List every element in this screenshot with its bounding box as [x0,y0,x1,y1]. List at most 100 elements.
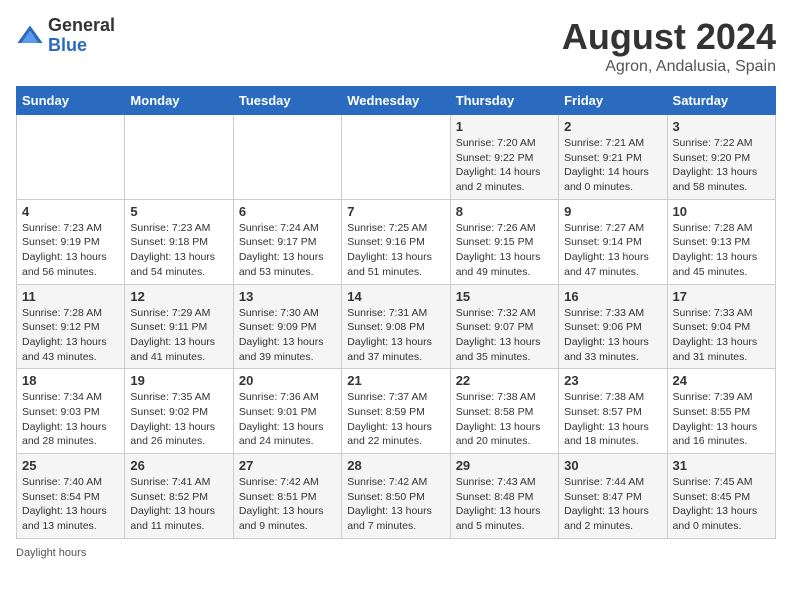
day-number: 5 [130,204,227,219]
calendar-cell: 8 Sunrise: 7:26 AM Sunset: 9:15 PM Dayli… [450,199,558,284]
calendar-footer: Daylight hours [16,547,776,559]
calendar-week-row: 4 Sunrise: 7:23 AM Sunset: 9:19 PM Dayli… [17,199,776,284]
calendar-cell: 6 Sunrise: 7:24 AM Sunset: 9:17 PM Dayli… [233,199,341,284]
calendar-cell [342,115,450,200]
day-number: 21 [347,373,444,388]
day-info: Sunrise: 7:38 AM Sunset: 8:57 PM Dayligh… [564,390,661,449]
calendar-cell: 18 Sunrise: 7:34 AM Sunset: 9:03 PM Dayl… [17,369,125,454]
calendar-cell: 7 Sunrise: 7:25 AM Sunset: 9:16 PM Dayli… [342,199,450,284]
day-number: 17 [673,289,770,304]
calendar-cell: 3 Sunrise: 7:22 AM Sunset: 9:20 PM Dayli… [667,115,775,200]
day-info: Sunrise: 7:36 AM Sunset: 9:01 PM Dayligh… [239,390,336,449]
day-number: 28 [347,458,444,473]
day-info: Sunrise: 7:22 AM Sunset: 9:20 PM Dayligh… [673,136,770,195]
calendar-cell: 14 Sunrise: 7:31 AM Sunset: 9:08 PM Dayl… [342,284,450,369]
calendar-cell: 29 Sunrise: 7:43 AM Sunset: 8:48 PM Dayl… [450,454,558,539]
calendar-cell: 17 Sunrise: 7:33 AM Sunset: 9:04 PM Dayl… [667,284,775,369]
calendar-cell [125,115,233,200]
calendar-cell [233,115,341,200]
calendar-cell: 20 Sunrise: 7:36 AM Sunset: 9:01 PM Dayl… [233,369,341,454]
calendar-cell: 22 Sunrise: 7:38 AM Sunset: 8:58 PM Dayl… [450,369,558,454]
day-info: Sunrise: 7:39 AM Sunset: 8:55 PM Dayligh… [673,390,770,449]
day-number: 4 [22,204,119,219]
title-block: August 2024 Agron, Andalusia, Spain [562,16,776,76]
day-number: 13 [239,289,336,304]
weekday-header-thursday: Thursday [450,87,558,115]
day-info: Sunrise: 7:28 AM Sunset: 9:13 PM Dayligh… [673,221,770,280]
calendar-week-row: 25 Sunrise: 7:40 AM Sunset: 8:54 PM Dayl… [17,454,776,539]
day-number: 22 [456,373,553,388]
day-info: Sunrise: 7:25 AM Sunset: 9:16 PM Dayligh… [347,221,444,280]
day-number: 18 [22,373,119,388]
day-number: 1 [456,119,553,134]
calendar-table: SundayMondayTuesdayWednesdayThursdayFrid… [16,86,776,539]
day-info: Sunrise: 7:23 AM Sunset: 9:18 PM Dayligh… [130,221,227,280]
day-info: Sunrise: 7:23 AM Sunset: 9:19 PM Dayligh… [22,221,119,280]
logo-icon [16,22,44,50]
calendar-cell: 27 Sunrise: 7:42 AM Sunset: 8:51 PM Dayl… [233,454,341,539]
daylight-label: Daylight hours [16,547,86,559]
calendar-cell: 9 Sunrise: 7:27 AM Sunset: 9:14 PM Dayli… [559,199,667,284]
day-number: 19 [130,373,227,388]
day-number: 8 [456,204,553,219]
day-info: Sunrise: 7:31 AM Sunset: 9:08 PM Dayligh… [347,306,444,365]
weekday-header-saturday: Saturday [667,87,775,115]
day-number: 16 [564,289,661,304]
day-number: 10 [673,204,770,219]
day-number: 12 [130,289,227,304]
calendar-cell: 4 Sunrise: 7:23 AM Sunset: 9:19 PM Dayli… [17,199,125,284]
calendar-cell: 13 Sunrise: 7:30 AM Sunset: 9:09 PM Dayl… [233,284,341,369]
day-number: 20 [239,373,336,388]
calendar-week-row: 11 Sunrise: 7:28 AM Sunset: 9:12 PM Dayl… [17,284,776,369]
day-info: Sunrise: 7:24 AM Sunset: 9:17 PM Dayligh… [239,221,336,280]
day-number: 14 [347,289,444,304]
day-info: Sunrise: 7:21 AM Sunset: 9:21 PM Dayligh… [564,136,661,195]
day-number: 11 [22,289,119,304]
day-info: Sunrise: 7:28 AM Sunset: 9:12 PM Dayligh… [22,306,119,365]
calendar-cell: 23 Sunrise: 7:38 AM Sunset: 8:57 PM Dayl… [559,369,667,454]
day-info: Sunrise: 7:42 AM Sunset: 8:50 PM Dayligh… [347,475,444,534]
calendar-cell [17,115,125,200]
calendar-cell: 24 Sunrise: 7:39 AM Sunset: 8:55 PM Dayl… [667,369,775,454]
calendar-cell: 11 Sunrise: 7:28 AM Sunset: 9:12 PM Dayl… [17,284,125,369]
day-number: 9 [564,204,661,219]
day-number: 23 [564,373,661,388]
day-info: Sunrise: 7:37 AM Sunset: 8:59 PM Dayligh… [347,390,444,449]
calendar-week-row: 1 Sunrise: 7:20 AM Sunset: 9:22 PM Dayli… [17,115,776,200]
calendar-cell: 25 Sunrise: 7:40 AM Sunset: 8:54 PM Dayl… [17,454,125,539]
calendar-cell: 30 Sunrise: 7:44 AM Sunset: 8:47 PM Dayl… [559,454,667,539]
daylight-legend: Daylight hours [16,547,86,559]
day-info: Sunrise: 7:20 AM Sunset: 9:22 PM Dayligh… [456,136,553,195]
page-header: General Blue August 2024 Agron, Andalusi… [16,16,776,76]
logo-general-text: General [48,16,115,36]
calendar-header-row: SundayMondayTuesdayWednesdayThursdayFrid… [17,87,776,115]
calendar-cell: 21 Sunrise: 7:37 AM Sunset: 8:59 PM Dayl… [342,369,450,454]
day-number: 24 [673,373,770,388]
day-number: 26 [130,458,227,473]
calendar-cell: 26 Sunrise: 7:41 AM Sunset: 8:52 PM Dayl… [125,454,233,539]
day-info: Sunrise: 7:42 AM Sunset: 8:51 PM Dayligh… [239,475,336,534]
day-info: Sunrise: 7:45 AM Sunset: 8:45 PM Dayligh… [673,475,770,534]
day-number: 6 [239,204,336,219]
calendar-cell: 1 Sunrise: 7:20 AM Sunset: 9:22 PM Dayli… [450,115,558,200]
day-info: Sunrise: 7:27 AM Sunset: 9:14 PM Dayligh… [564,221,661,280]
day-number: 31 [673,458,770,473]
day-info: Sunrise: 7:44 AM Sunset: 8:47 PM Dayligh… [564,475,661,534]
weekday-header-friday: Friday [559,87,667,115]
day-info: Sunrise: 7:32 AM Sunset: 9:07 PM Dayligh… [456,306,553,365]
calendar-cell: 19 Sunrise: 7:35 AM Sunset: 9:02 PM Dayl… [125,369,233,454]
weekday-header-monday: Monday [125,87,233,115]
day-info: Sunrise: 7:33 AM Sunset: 9:04 PM Dayligh… [673,306,770,365]
calendar-cell: 10 Sunrise: 7:28 AM Sunset: 9:13 PM Dayl… [667,199,775,284]
calendar-cell: 15 Sunrise: 7:32 AM Sunset: 9:07 PM Dayl… [450,284,558,369]
weekday-header-wednesday: Wednesday [342,87,450,115]
day-info: Sunrise: 7:34 AM Sunset: 9:03 PM Dayligh… [22,390,119,449]
day-info: Sunrise: 7:30 AM Sunset: 9:09 PM Dayligh… [239,306,336,365]
logo-text: General Blue [48,16,115,56]
day-info: Sunrise: 7:43 AM Sunset: 8:48 PM Dayligh… [456,475,553,534]
day-info: Sunrise: 7:40 AM Sunset: 8:54 PM Dayligh… [22,475,119,534]
calendar-cell: 5 Sunrise: 7:23 AM Sunset: 9:18 PM Dayli… [125,199,233,284]
calendar-cell: 2 Sunrise: 7:21 AM Sunset: 9:21 PM Dayli… [559,115,667,200]
day-number: 2 [564,119,661,134]
day-info: Sunrise: 7:38 AM Sunset: 8:58 PM Dayligh… [456,390,553,449]
